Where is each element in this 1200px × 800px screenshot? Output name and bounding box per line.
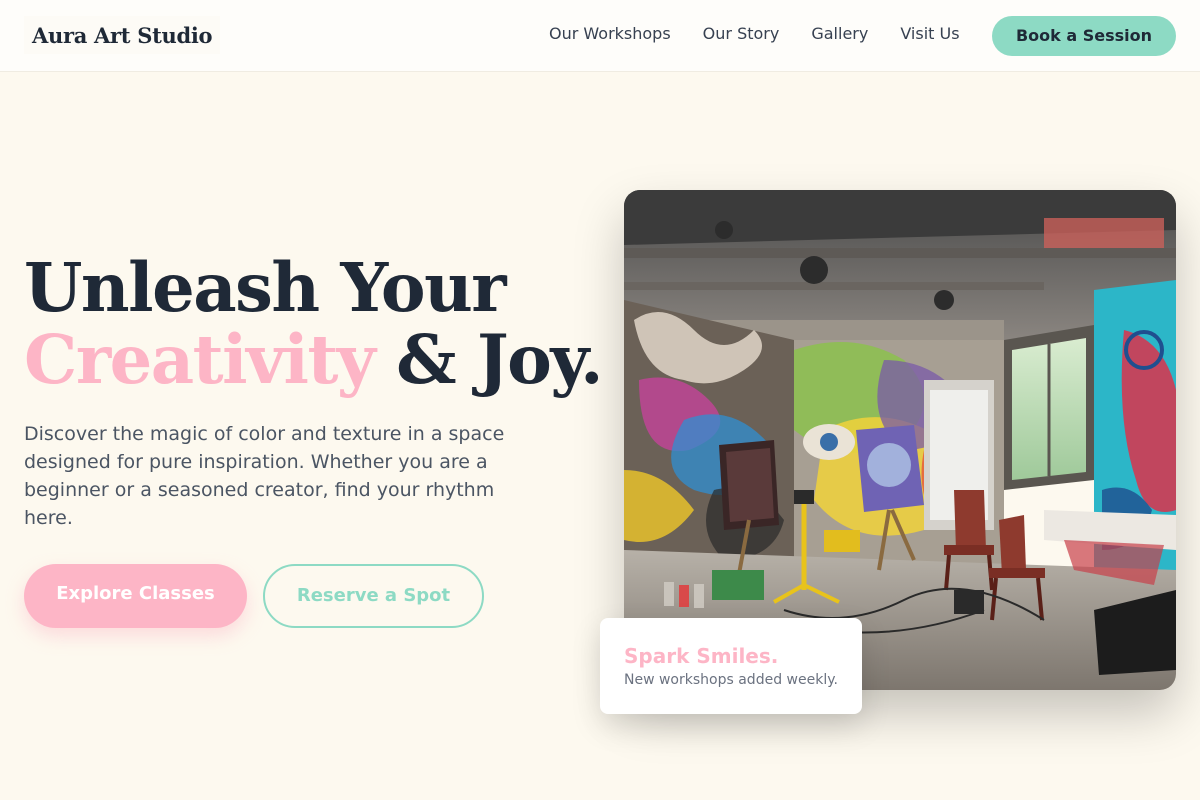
card-subtitle: New workshops added weekly.: [624, 672, 838, 688]
nav-link-story[interactable]: Our Story: [703, 24, 780, 44]
explore-classes-button[interactable]: Explore Classes: [24, 564, 247, 628]
spark-smiles-card: Spark Smiles. New workshops added weekly…: [600, 618, 862, 714]
hero-description: Discover the magic of color and texture …: [24, 423, 505, 529]
site-logo[interactable]: Aura Art Studio: [24, 16, 221, 54]
studio-photo: [624, 190, 1176, 690]
nav-link-visit[interactable]: Visit Us: [900, 24, 959, 44]
card-title: Spark Smiles.: [624, 644, 779, 668]
nav-link-workshops[interactable]: Our Workshops: [549, 24, 671, 44]
hero-title-line1: Unleash Your: [24, 248, 507, 327]
hero-title: Unleash Your Creativity & Joy.: [24, 252, 603, 399]
hero-title-accent: Creativity: [24, 320, 376, 399]
main-nav: Our Workshops Our Story Gallery Visit Us: [549, 24, 960, 44]
nav-link-gallery[interactable]: Gallery: [811, 24, 868, 44]
book-session-button[interactable]: Book a Session: [992, 16, 1176, 56]
site-header: Aura Art Studio Our Workshops Our Story …: [0, 0, 1200, 72]
hero-title-rest: & Joy.: [374, 320, 603, 399]
reserve-spot-button[interactable]: Reserve a Spot: [263, 564, 484, 628]
